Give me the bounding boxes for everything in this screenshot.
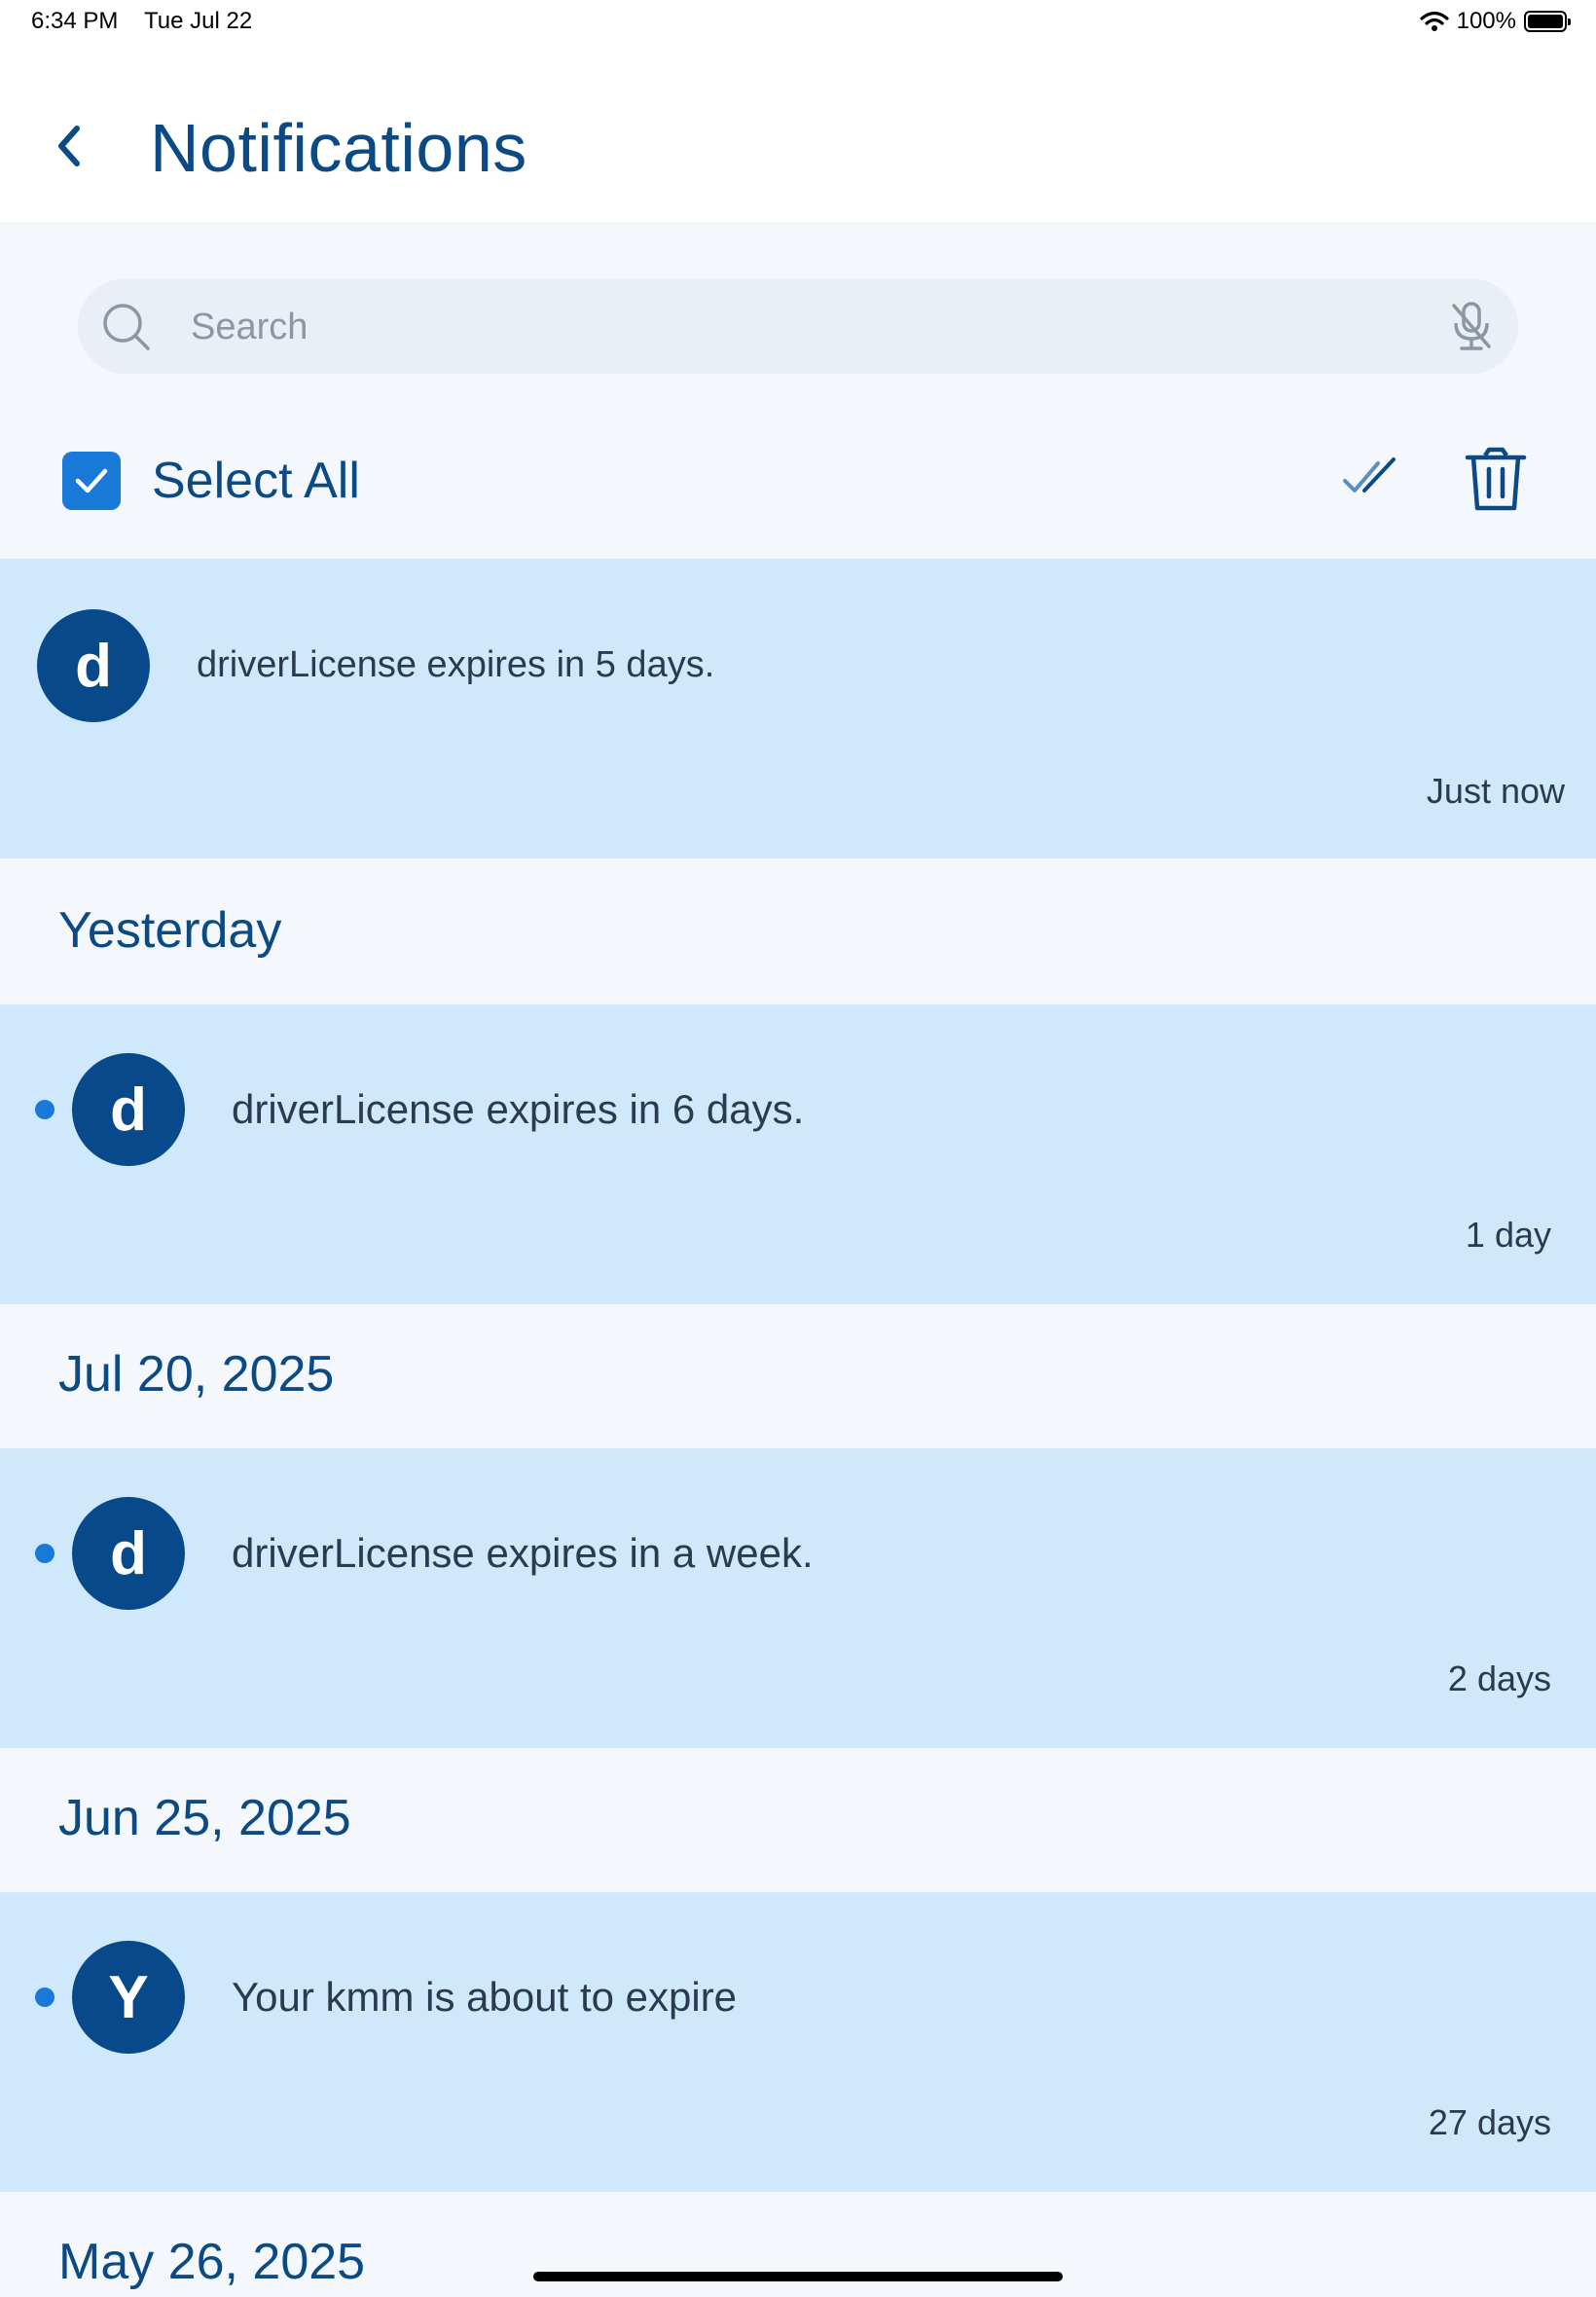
search-input[interactable] xyxy=(189,298,1399,356)
checkmark-icon xyxy=(75,468,108,493)
notification-item[interactable]: d driverLicense expires in 6 days. 1 day xyxy=(0,1004,1596,1304)
search-bar[interactable] xyxy=(78,278,1518,374)
status-date: Tue Jul 22 xyxy=(144,8,253,34)
notification-item[interactable]: d driverLicense expires in a week. 2 day… xyxy=(0,1448,1596,1748)
avatar: d xyxy=(72,1053,185,1166)
avatar: d xyxy=(72,1497,185,1610)
back-button[interactable] xyxy=(43,117,93,175)
page-title: Notifications xyxy=(150,110,527,186)
battery-icon xyxy=(1524,11,1571,32)
section-header: May 26, 2025 xyxy=(58,2234,366,2290)
battery-fill xyxy=(1528,15,1563,28)
status-time: 6:34 PM xyxy=(31,8,119,34)
unread-dot xyxy=(35,1544,54,1563)
chevron-left-icon xyxy=(58,126,80,166)
notification-time: 27 days xyxy=(1428,2102,1551,2142)
notification-time: 2 days xyxy=(1447,1659,1551,1698)
unread-dot xyxy=(35,1987,54,2007)
status-indicators: 100% xyxy=(1420,8,1571,35)
notification-message: driverLicense expires in 5 days. xyxy=(197,644,715,685)
notification-message: driverLicense expires in 6 days. xyxy=(232,1086,805,1132)
avatar: Y xyxy=(72,1941,185,2054)
selection-toolbar: Select All xyxy=(0,428,1596,535)
section-header: Jun 25, 2025 xyxy=(58,1790,351,1846)
status-bar: 6:34 PM Tue Jul 22 100% xyxy=(0,0,1596,49)
notification-message: driverLicense expires in a week. xyxy=(232,1530,814,1576)
select-all-label[interactable]: Select All xyxy=(152,452,360,510)
battery-percent: 100% xyxy=(1456,8,1516,34)
double-check-icon[interactable] xyxy=(1339,456,1401,502)
avatar: d xyxy=(37,609,150,722)
notification-item[interactable]: d driverLicense expires in 5 days. Just … xyxy=(0,559,1596,858)
section-header: Jul 20, 2025 xyxy=(58,1346,335,1403)
unread-dot xyxy=(35,1100,54,1119)
wifi-icon xyxy=(1420,11,1449,31)
mic-off-icon[interactable] xyxy=(1448,300,1495,352)
home-indicator xyxy=(533,2272,1063,2281)
notification-time: Just now xyxy=(1426,771,1565,811)
search-icon xyxy=(103,304,150,350)
notification-time: 1 day xyxy=(1465,1215,1551,1255)
trash-icon[interactable] xyxy=(1462,446,1530,514)
notification-message: Your kmm is about to expire xyxy=(232,1974,738,2020)
select-all-checkbox[interactable] xyxy=(62,452,121,510)
section-header: Yesterday xyxy=(58,902,282,959)
notification-item[interactable]: Y Your kmm is about to expire 27 days xyxy=(0,1892,1596,2192)
navigation-bar: Notifications xyxy=(0,49,1596,222)
